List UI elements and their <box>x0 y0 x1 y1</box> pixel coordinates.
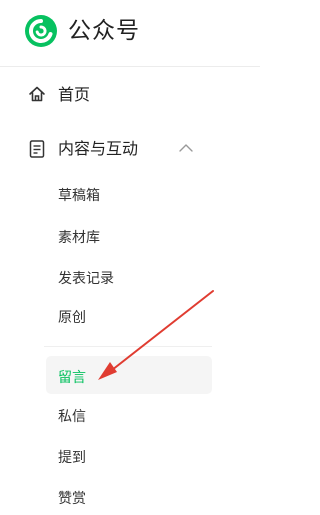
sidebar-item-label: 私信 <box>58 409 86 425</box>
sidebar-item-home[interactable]: 首页 <box>0 80 260 110</box>
chevron-up-icon[interactable] <box>178 142 194 154</box>
sidebar-item-mentions[interactable]: 提到 <box>0 443 260 473</box>
sidebar-item-label: 草稿箱 <box>58 188 100 204</box>
sidebar-item-label: 发表记录 <box>58 271 114 287</box>
wechat-official-account-logo-icon[interactable] <box>24 14 58 48</box>
sidebar-item-label: 提到 <box>58 450 86 466</box>
annotation-arrow-icon <box>98 290 214 380</box>
brand-title: 公众号 <box>68 18 140 44</box>
sidebar-item-label: 首页 <box>58 85 91 104</box>
sidebar-item-comments[interactable]: 留言 <box>0 363 260 393</box>
sidebar-item-drafts[interactable]: 草稿箱 <box>0 181 260 211</box>
sidebar-item-original[interactable]: 原创 <box>0 303 260 333</box>
sidebar-section-label: 内容与互动 <box>58 139 139 158</box>
sidebar-item-label: 赞赏 <box>58 491 86 507</box>
sidebar-item-rewards[interactable]: 赞赏 <box>0 484 260 514</box>
sidebar-item-label: 留言 <box>58 370 86 386</box>
sidebar-item-publish-history[interactable]: 发表记录 <box>0 264 260 294</box>
sidebar-section-content[interactable]: 内容与互动 <box>0 134 260 164</box>
sidebar-item-label: 素材库 <box>58 230 100 246</box>
sidebar-item-label: 原创 <box>58 310 86 326</box>
sidebar-item-material-library[interactable]: 素材库 <box>0 223 260 253</box>
divider <box>44 346 212 347</box>
home-icon <box>29 86 45 102</box>
sidebar-item-private-messages[interactable]: 私信 <box>0 402 260 432</box>
sidebar-header: 公众号 <box>0 0 260 67</box>
document-icon <box>29 140 45 158</box>
